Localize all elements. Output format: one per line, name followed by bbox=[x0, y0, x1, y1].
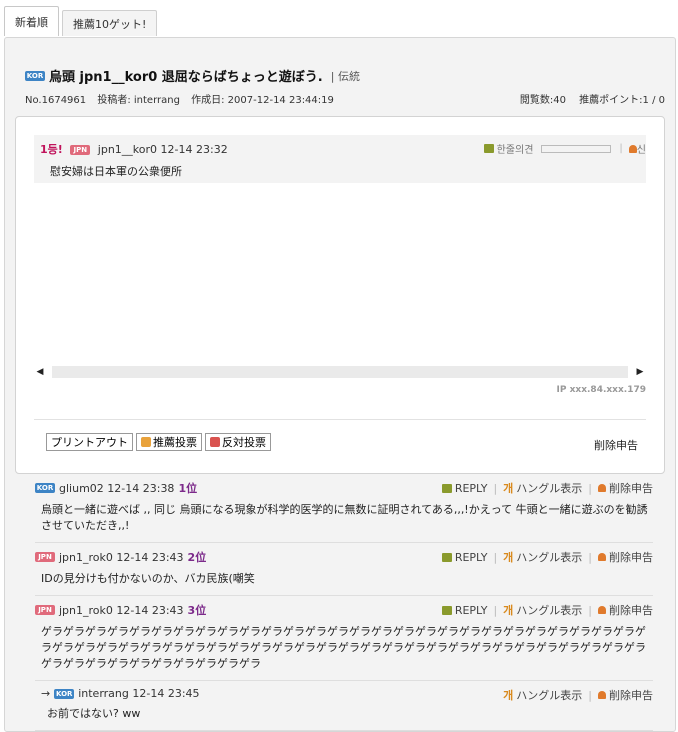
report-icon bbox=[598, 606, 606, 614]
recommend-button[interactable]: 推薦投票 bbox=[136, 433, 202, 451]
report-truncated[interactable]: 신 bbox=[637, 141, 646, 156]
reply-icon bbox=[441, 552, 452, 562]
action-buttons: プリントアウト 推薦投票 反対投票 bbox=[46, 433, 274, 451]
comment-rank: 3位 bbox=[187, 604, 207, 617]
comment-reply-item: → KOR interrang 12-14 23:45 개 ハングル表示 | 削… bbox=[35, 681, 653, 731]
opinion-icon bbox=[483, 144, 494, 153]
comment-tools: REPLY | 개 ハングル表示 | 削除申告 bbox=[441, 480, 653, 496]
recommend-label: 推薦投票 bbox=[153, 436, 197, 449]
thumbs-down-icon bbox=[210, 437, 220, 447]
japan-flag-icon: JPN bbox=[35, 552, 55, 562]
reply-icon bbox=[441, 483, 452, 493]
comment-tools: REPLY | 개 ハングル表示 | 削除申告 bbox=[441, 602, 653, 618]
scroll-left-icon[interactable]: ◀ bbox=[34, 367, 46, 377]
embedded-text: 慰安婦は日本軍の公衆便所 bbox=[50, 165, 182, 178]
korea-flag-icon: KOR bbox=[54, 688, 75, 699]
report-icon bbox=[598, 553, 606, 561]
hangul-display-link[interactable]: ハングル表示 bbox=[516, 549, 582, 565]
korea-flag-icon: KOR bbox=[25, 70, 45, 81]
post-title: 烏頭 jpn1__kor0 退屈ならばちょっと遊ぼう. bbox=[49, 70, 323, 85]
report-icon bbox=[598, 691, 606, 699]
comment-item: JPN jpn1_rok0 12-14 23:43 3位 REPLY | 개 ハ… bbox=[35, 596, 653, 681]
ip-address: IP xxx.84.xxx.179 bbox=[556, 385, 646, 395]
report-delete-link[interactable]: 削除申告 bbox=[594, 437, 638, 453]
report-link[interactable]: 削除申告 bbox=[609, 549, 653, 565]
print-button[interactable]: プリントアウト bbox=[46, 433, 133, 451]
recommend-points: 推薦ポイント:1 / 0 bbox=[579, 95, 665, 106]
japan-flag-icon: JPN bbox=[70, 145, 91, 155]
comment-rank: 2位 bbox=[187, 551, 207, 564]
divider bbox=[34, 419, 646, 420]
post-category[interactable]: | 伝統 bbox=[331, 68, 360, 84]
comment-text: IDの見分けも付かないのか、バカ民族(嘲笑 bbox=[41, 572, 255, 585]
rank-badge: 1등! bbox=[40, 143, 63, 156]
post-date: 作成日: 2007-12-14 23:44:19 bbox=[191, 95, 334, 106]
reply-link[interactable]: REPLY bbox=[455, 604, 488, 617]
embedded-user[interactable]: jpn1__kor0 12-14 23:32 bbox=[98, 143, 228, 156]
post-number: No.1674961 bbox=[25, 95, 87, 106]
korea-flag-icon: KOR bbox=[35, 483, 55, 493]
report-icon bbox=[598, 484, 606, 492]
comment-text: お前ではない? ww bbox=[47, 707, 141, 720]
hangul-icon: 개 bbox=[503, 482, 514, 495]
comment-tools: 개 ハングル表示 | 削除申告 bbox=[503, 687, 653, 703]
comment-user[interactable]: jpn1_rok0 12-14 23:43 bbox=[59, 551, 184, 564]
reply-icon bbox=[441, 605, 452, 615]
comment-tools: REPLY | 개 ハングル表示 | 削除申告 bbox=[441, 549, 653, 565]
tab-newest[interactable]: 新着順 bbox=[4, 6, 59, 36]
comment-text: 烏頭と一緒に遊べば ,, 同じ 烏頭になる現象が科学的医学的に無数に証明されてあ… bbox=[41, 503, 648, 532]
hangul-display-link[interactable]: ハングル表示 bbox=[516, 602, 582, 618]
comment-user[interactable]: interrang 12-14 23:45 bbox=[78, 687, 199, 700]
hangul-icon: 개 bbox=[503, 689, 514, 702]
hangul-display-link[interactable]: ハングル表示 bbox=[516, 687, 582, 703]
comment-item: KOR glium02 12-14 23:38 1位 REPLY | 개 ハング… bbox=[35, 474, 653, 543]
view-count: 閲覧数:40 bbox=[519, 95, 566, 106]
reply-arrow-icon: → bbox=[41, 687, 51, 700]
reply-link[interactable]: REPLY bbox=[455, 551, 488, 564]
comment-rank: 1位 bbox=[178, 482, 198, 495]
oppose-button[interactable]: 反対投票 bbox=[205, 433, 271, 451]
scroll-track[interactable] bbox=[52, 366, 628, 378]
post-author: 投稿者: interrang bbox=[97, 95, 180, 106]
comment-text: ゲラゲラゲラゲラゲラゲラゲラゲラゲラゲラゲラゲラゲラゲラゲラゲラゲラゲラゲラゲラ… bbox=[41, 625, 646, 670]
hangul-icon: 개 bbox=[503, 551, 514, 564]
comment-user[interactable]: jpn1_rok0 12-14 23:43 bbox=[59, 604, 184, 617]
report-link[interactable]: 削除申告 bbox=[609, 687, 653, 703]
tab-bar: 新着順 推薦10ゲット! bbox=[4, 6, 160, 38]
report-link[interactable]: 削除申告 bbox=[609, 602, 653, 618]
scroll-right-icon[interactable]: ▶ bbox=[634, 367, 646, 377]
horizontal-scrollbar[interactable]: ◀ ▶ bbox=[34, 365, 646, 379]
tab-recommend-10[interactable]: 推薦10ゲット! bbox=[62, 10, 158, 36]
comment-list: KOR glium02 12-14 23:38 1位 REPLY | 개 ハング… bbox=[35, 474, 653, 731]
hangul-display-link[interactable]: ハングル表示 bbox=[516, 480, 582, 496]
thumbs-up-icon bbox=[141, 437, 151, 447]
comment-user[interactable]: glium02 12-14 23:38 bbox=[59, 482, 174, 495]
embedded-comment: 1등! JPN jpn1__kor0 12-14 23:32 慰安婦は日本軍の公… bbox=[34, 135, 646, 375]
report-icon[interactable] bbox=[628, 144, 637, 153]
opinion-input[interactable] bbox=[541, 144, 612, 153]
post-frame: KOR 烏頭 jpn1__kor0 退屈ならばちょっと遊ぼう. | 伝統 No.… bbox=[4, 37, 676, 732]
japan-flag-icon: JPN bbox=[35, 605, 55, 615]
comment-item: JPN jpn1_rok0 12-14 23:43 2位 REPLY | 개 ハ… bbox=[35, 543, 653, 596]
reply-link[interactable]: REPLY bbox=[455, 482, 488, 495]
hangul-icon: 개 bbox=[503, 604, 514, 617]
post-content-panel: 1등! JPN jpn1__kor0 12-14 23:32 慰安婦は日本軍の公… bbox=[15, 116, 665, 474]
report-link[interactable]: 削除申告 bbox=[609, 480, 653, 496]
oppose-label: 反対投票 bbox=[222, 436, 266, 449]
embedded-tools: 한줄의견 | 신 bbox=[483, 141, 646, 156]
one-line-opinion-label[interactable]: 한줄의견 bbox=[497, 141, 534, 156]
post-header: KOR 烏頭 jpn1__kor0 退屈ならばちょっと遊ぼう. | 伝統 No.… bbox=[25, 66, 665, 106]
